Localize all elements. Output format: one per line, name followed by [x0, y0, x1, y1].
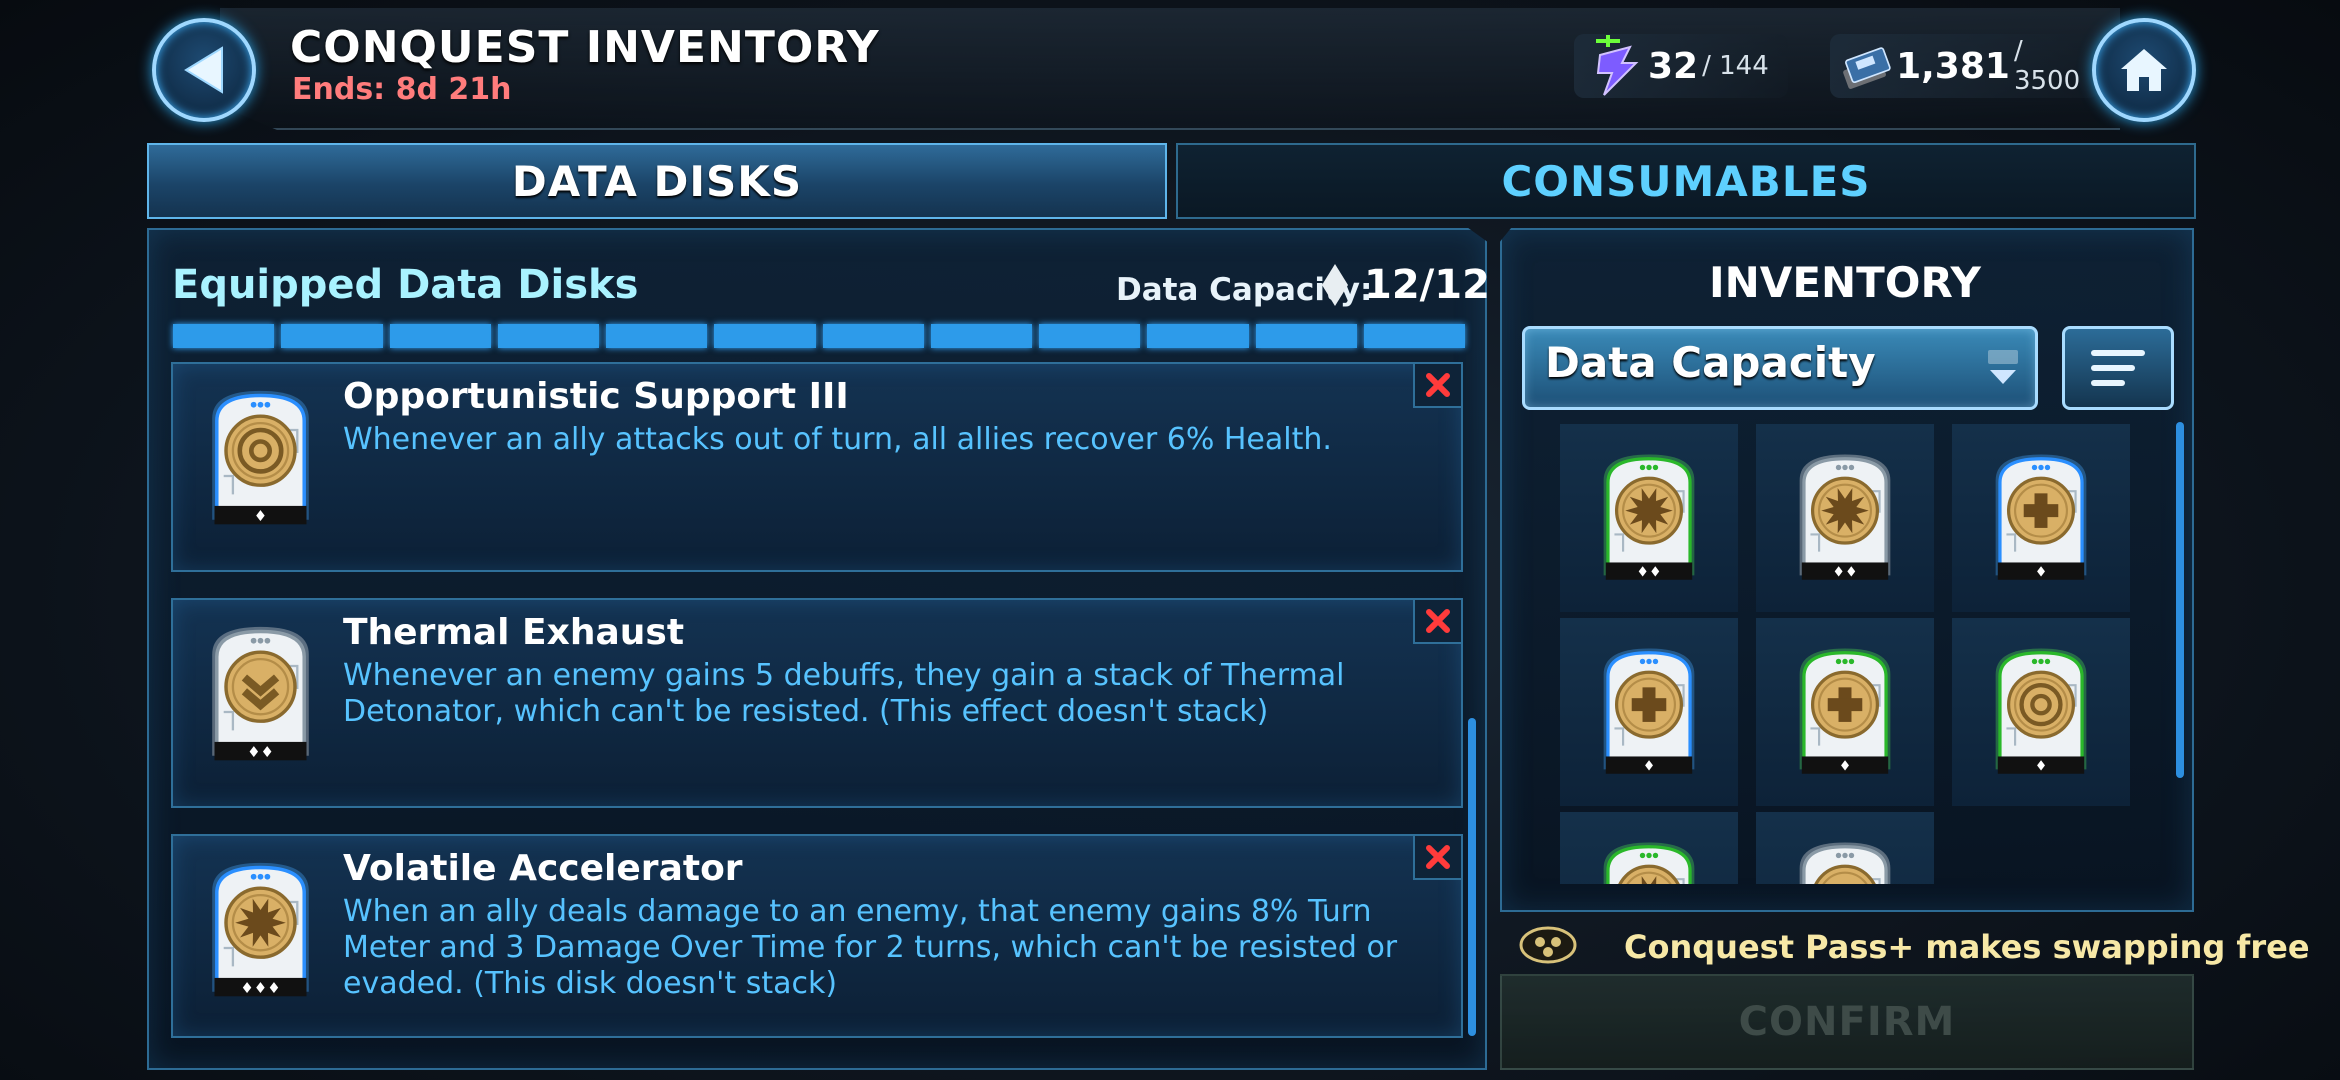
data-disk-icon: ♦	[212, 390, 309, 525]
tab-consumables[interactable]: CONSUMABLES	[1176, 143, 2196, 219]
credits-value: 1,381	[1896, 45, 2010, 87]
data-disk-icon: ♦	[1799, 648, 1891, 774]
inventory-disk[interactable]: ♦	[1560, 618, 1738, 806]
svg-text:♦♦: ♦♦	[1832, 564, 1857, 580]
confirm-button[interactable]: CONFIRM	[1500, 974, 2194, 1070]
capacity-segment	[930, 324, 1032, 348]
capacity-segment	[173, 324, 275, 348]
data-disk-icon: ♦♦♦	[212, 862, 309, 997]
svg-text:♦♦♦: ♦♦♦	[240, 979, 280, 997]
home-button[interactable]	[2092, 18, 2196, 122]
data-disk-icon: ♦	[1995, 648, 2087, 774]
disk-name: Thermal Exhaust	[343, 612, 685, 653]
page-title: CONQUEST INVENTORY	[290, 22, 880, 73]
energy-max: / 144	[1702, 51, 1769, 81]
data-disk-icon	[1799, 842, 1891, 884]
filter-list-icon	[2091, 350, 2145, 386]
chevron-down-icon	[1988, 350, 2018, 384]
close-icon	[1426, 373, 1450, 397]
tab-data-disks-label: DATA DISKS	[511, 156, 803, 206]
conquest-pass-icon	[1519, 926, 1577, 964]
energy-currency[interactable]: 32 / 144	[1574, 34, 1788, 98]
inventory-disk[interactable]: ♦	[1756, 618, 1934, 806]
capacity-segment	[1039, 324, 1141, 348]
equipped-scrollbar[interactable]	[1468, 718, 1476, 1036]
confirm-label: CONFIRM	[1738, 999, 1956, 1045]
filter-button[interactable]	[2062, 326, 2174, 410]
back-arrow-icon	[184, 46, 223, 94]
disk-description: Whenever an ally attacks out of turn, al…	[343, 422, 1332, 457]
capacity-segment	[281, 324, 383, 348]
svg-text:♦♦: ♦♦	[1636, 564, 1661, 580]
conquest-energy-icon	[1596, 35, 1639, 96]
svg-text:♦: ♦	[1839, 758, 1852, 774]
capacity-segment	[497, 324, 599, 348]
pass-note: Conquest Pass+ makes swapping free	[1624, 928, 2310, 966]
inventory-disk[interactable]: ♦	[1952, 618, 2130, 806]
capacity-segment	[1363, 324, 1465, 348]
data-disk-icon: ♦♦	[1603, 454, 1695, 580]
back-button[interactable]	[152, 18, 256, 122]
inventory-disk[interactable]: ♦	[1952, 424, 2130, 612]
disk-icon-wrap: ♦	[203, 384, 318, 538]
capacity-segment	[714, 324, 816, 348]
disk-name: Opportunistic Support III	[343, 376, 849, 417]
disk-name: Volatile Accelerator	[343, 848, 743, 889]
inventory-disk[interactable]: ♦♦	[1756, 424, 1934, 612]
svg-text:♦: ♦	[2035, 758, 2048, 774]
data-disk-icon: ♦♦	[1799, 454, 1891, 580]
capacity-diamond-icon	[1322, 264, 1348, 306]
inventory-title: INVENTORY	[1709, 258, 1981, 307]
inventory-disk[interactable]	[1756, 812, 1934, 884]
disk-description: Whenever an enemy gains 5 debuffs, they …	[343, 658, 1345, 729]
energy-value: 32	[1648, 45, 1699, 87]
capacity-segment	[606, 324, 708, 348]
equipped-disk-card[interactable]: ♦♦ Thermal Exhaust Whenever an enemy gains…	[171, 598, 1463, 808]
tab-data-disks[interactable]: DATA DISKS	[147, 143, 1167, 219]
tab-consumables-label: CONSUMABLES	[1501, 156, 1871, 206]
inventory-disk[interactable]	[1560, 812, 1738, 884]
credits-max: / 3500	[2013, 36, 2081, 96]
disk-icon-wrap: ♦♦♦	[203, 856, 318, 1010]
conquest-credits-icon	[1843, 47, 1891, 89]
disk-icon-wrap: ♦♦	[203, 620, 318, 774]
capacity-value: 12/12	[1364, 262, 1490, 308]
svg-text:♦: ♦	[1643, 758, 1656, 774]
svg-text:♦♦: ♦♦	[247, 743, 274, 761]
capacity-segment	[822, 324, 924, 348]
capacity-segment	[1147, 324, 1249, 348]
conquest-credits[interactable]: 1,381 / 3500	[1830, 34, 2099, 98]
data-disk-icon: ♦	[1995, 454, 2087, 580]
close-icon	[1426, 845, 1450, 869]
inventory-disk[interactable]: ♦♦	[1560, 424, 1738, 612]
disk-description: When an ally deals damage to an enemy, t…	[343, 894, 1398, 1001]
capacity-segment	[389, 324, 491, 348]
equipped-disk-card[interactable]: ♦ Opportunistic Support III Whenever an al…	[171, 362, 1463, 572]
svg-text:♦: ♦	[2035, 564, 2048, 580]
inventory-grid: ♦♦ ♦♦ ♦ ♦ ♦ ♦	[1560, 424, 2130, 884]
data-disk-icon: ♦♦	[212, 626, 309, 761]
inventory-scrollbar[interactable]	[2176, 422, 2184, 778]
sort-dropdown-label: Data Capacity	[1545, 338, 1876, 387]
capacity-segment	[1255, 324, 1357, 348]
equipped-title: Equipped Data Disks	[172, 262, 639, 308]
ends-timer: Ends: 8d 21h	[292, 72, 512, 107]
close-icon	[1426, 609, 1450, 633]
data-disk-icon: ♦	[1603, 648, 1695, 774]
home-icon	[2121, 49, 2167, 91]
equipped-disk-card[interactable]: ♦♦♦ Volatile Accelerator When an ally deal…	[171, 834, 1463, 1038]
remove-disk-button[interactable]	[1413, 836, 1461, 880]
remove-disk-button[interactable]	[1413, 600, 1461, 644]
svg-text:♦: ♦	[254, 507, 267, 525]
data-disk-icon	[1603, 842, 1695, 884]
remove-disk-button[interactable]	[1413, 364, 1461, 408]
capacity-bar	[173, 324, 1465, 348]
